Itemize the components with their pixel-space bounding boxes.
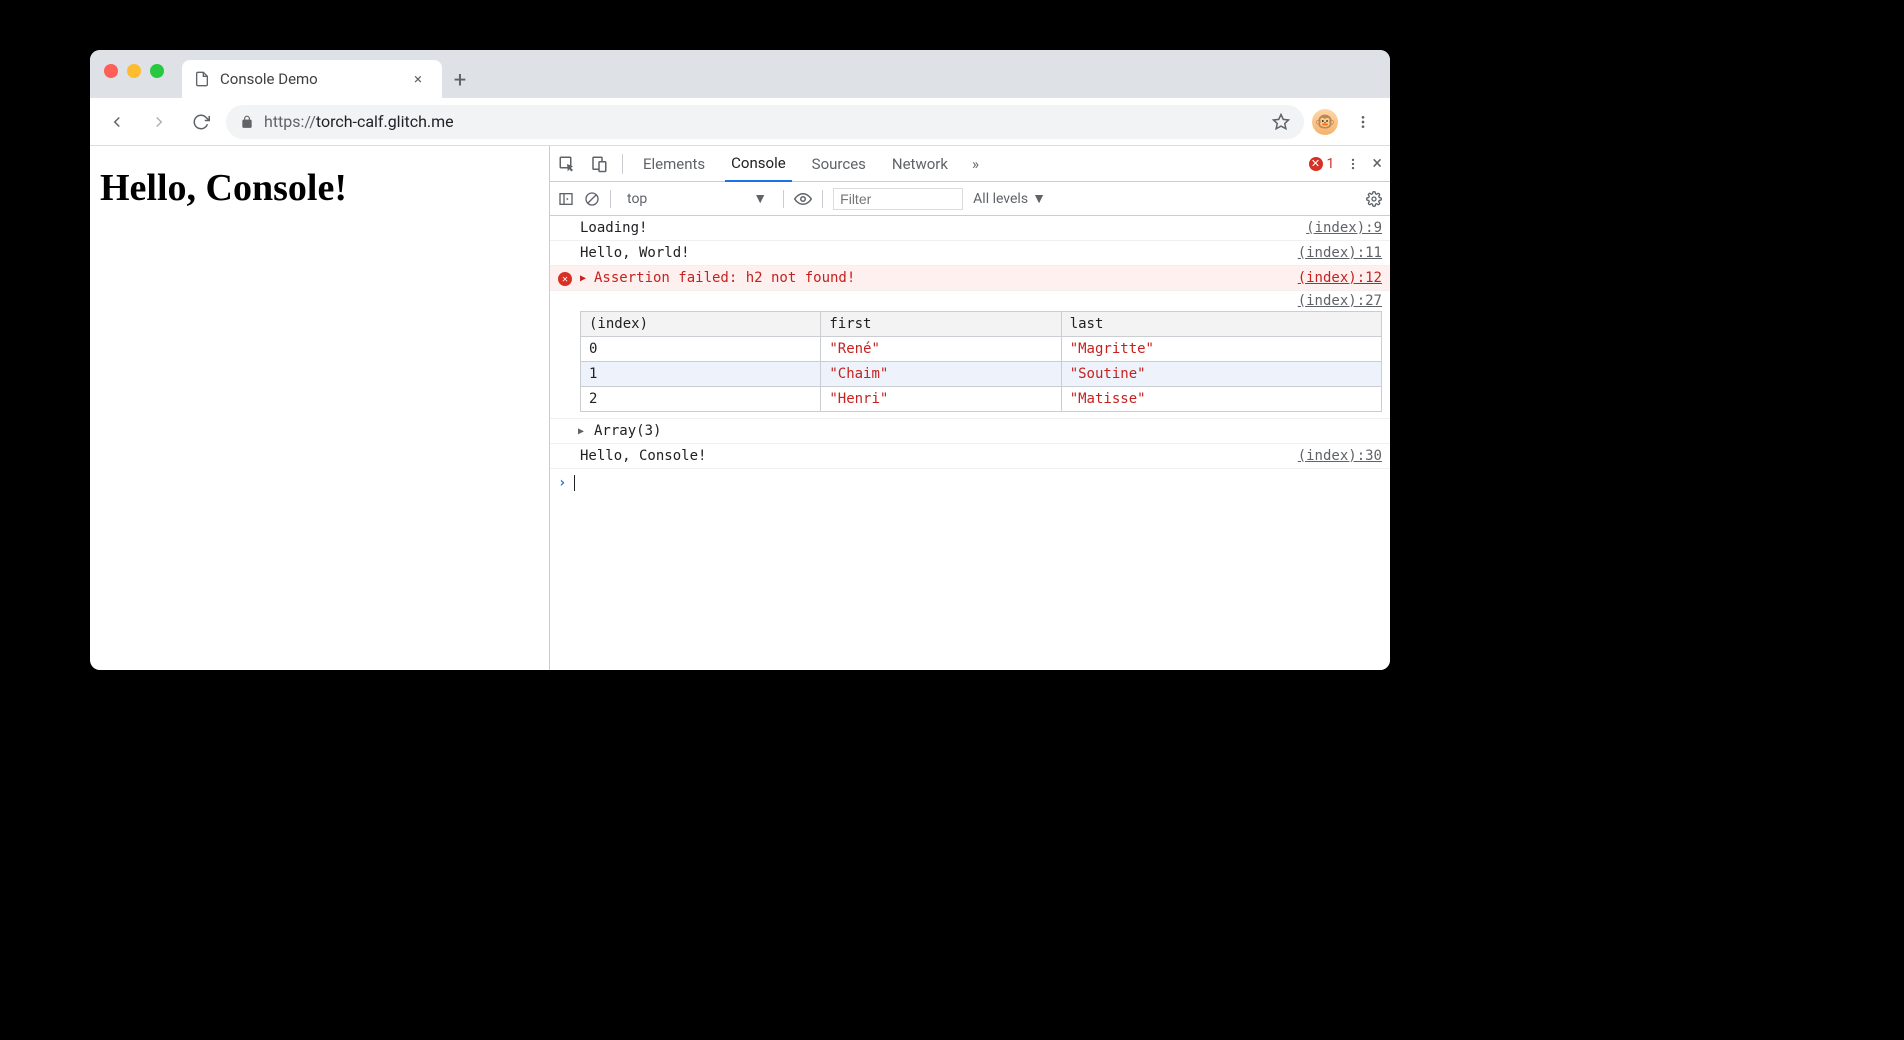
table-row: 2 "Henri" "Matisse" [581, 387, 1382, 412]
omnibox[interactable]: https://torch-calf.glitch.me [226, 105, 1304, 139]
tab-sources[interactable]: Sources [806, 146, 872, 182]
inspect-icon[interactable] [558, 155, 576, 173]
live-expression-icon[interactable] [794, 190, 812, 208]
profile-avatar[interactable]: 🐵 [1312, 109, 1338, 135]
text-cursor [574, 475, 575, 491]
source-link[interactable]: (index):12 [1298, 270, 1382, 286]
file-icon [194, 71, 210, 87]
console-table-block: (index):27 (index) first last 0 "René" "… [550, 291, 1390, 419]
table-header[interactable]: last [1061, 312, 1381, 337]
source-link[interactable]: (index):27 [1298, 293, 1382, 309]
expand-triangle-icon[interactable]: ▶ [578, 426, 584, 437]
new-tab-button[interactable]: + [442, 62, 478, 98]
minimize-window-button[interactable] [127, 64, 141, 78]
browser-menu-button[interactable] [1346, 105, 1380, 139]
tab-console[interactable]: Console [725, 146, 792, 182]
source-link[interactable]: (index):9 [1306, 220, 1382, 236]
content-area: Hello, Console! Elements Console Sources… [90, 146, 1390, 670]
url-text: https://torch-calf.glitch.me [264, 112, 454, 131]
browser-window: Console Demo × + https://torch-calf.glit… [90, 50, 1390, 670]
tab-title: Console Demo [220, 70, 318, 88]
console-output: Loading! (index):9 Hello, World! (index)… [550, 216, 1390, 670]
filter-input[interactable] [833, 188, 963, 210]
devtools-panel: Elements Console Sources Network » ✕ 1 × [550, 146, 1390, 670]
chevron-right-icon: › [558, 475, 566, 491]
more-tabs-button[interactable]: » [972, 155, 979, 173]
error-count-badge[interactable]: ✕ 1 [1309, 156, 1335, 172]
sidebar-toggle-icon[interactable] [558, 191, 574, 207]
lock-icon [240, 115, 254, 129]
devtools-tabs: Elements Console Sources Network » ✕ 1 × [550, 146, 1390, 182]
source-link[interactable]: (index):30 [1298, 448, 1382, 464]
console-table: (index) first last 0 "René" "Magritte" [580, 311, 1382, 412]
console-error-row: ✕ ▶ Assertion failed: h2 not found! (ind… [550, 266, 1390, 291]
bookmark-star-icon[interactable] [1272, 113, 1290, 131]
devtools-menu-icon[interactable] [1346, 157, 1360, 171]
back-button[interactable] [100, 105, 134, 139]
page-viewport: Hello, Console! [90, 146, 550, 670]
error-icon: ✕ [558, 272, 572, 286]
context-selector[interactable]: top ▼ [621, 190, 773, 207]
browser-tab[interactable]: Console Demo × [182, 60, 442, 98]
device-toggle-icon[interactable] [590, 155, 608, 173]
reload-button[interactable] [184, 105, 218, 139]
tab-network[interactable]: Network [886, 146, 954, 182]
console-toolbar: top ▼ All levels ▼ [550, 182, 1390, 216]
console-log-row: Hello, Console! (index):30 [550, 444, 1390, 469]
titlebar: Console Demo × + [90, 50, 1390, 98]
console-log-row: Hello, World! (index):11 [550, 241, 1390, 266]
console-prompt[interactable]: › [550, 469, 1390, 497]
tab-elements[interactable]: Elements [637, 146, 711, 182]
window-controls [104, 64, 164, 78]
settings-gear-icon[interactable] [1366, 191, 1382, 207]
expand-triangle-icon[interactable]: ▶ [580, 273, 586, 284]
close-devtools-button[interactable]: × [1372, 153, 1382, 174]
close-tab-button[interactable]: × [406, 70, 430, 88]
forward-button[interactable] [142, 105, 176, 139]
console-array-row: ▶ Array(3) [550, 419, 1390, 444]
table-header[interactable]: first [821, 312, 1061, 337]
clear-console-icon[interactable] [584, 191, 600, 207]
close-window-button[interactable] [104, 64, 118, 78]
log-levels-selector[interactable]: All levels ▼ [973, 190, 1046, 207]
error-icon: ✕ [1309, 157, 1323, 171]
address-bar: https://torch-calf.glitch.me 🐵 [90, 98, 1390, 146]
source-link[interactable]: (index):11 [1298, 245, 1382, 261]
maximize-window-button[interactable] [150, 64, 164, 78]
console-log-row: Loading! (index):9 [550, 216, 1390, 241]
page-heading: Hello, Console! [100, 166, 539, 210]
table-row: 1 "Chaim" "Soutine" [581, 362, 1382, 387]
table-header[interactable]: (index) [581, 312, 821, 337]
table-row: 0 "René" "Magritte" [581, 337, 1382, 362]
